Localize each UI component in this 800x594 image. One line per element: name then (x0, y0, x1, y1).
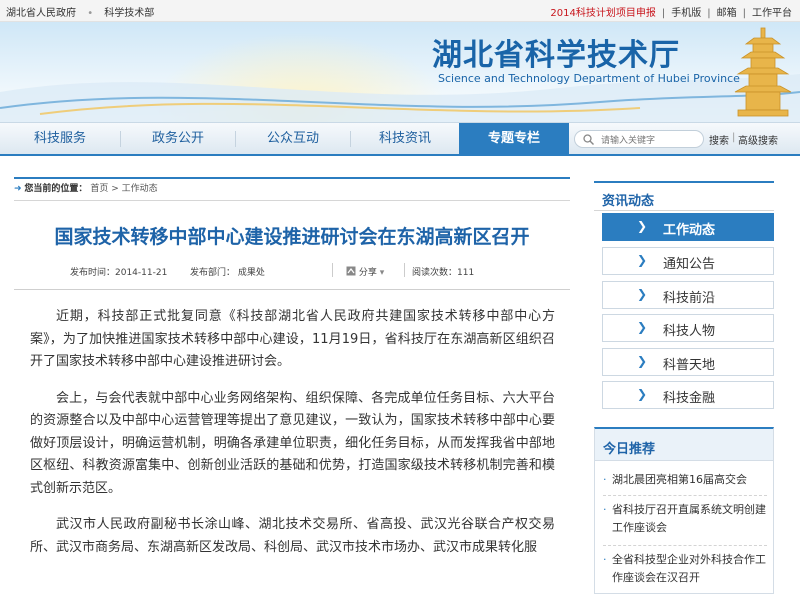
chevron-down-icon: ▾ (379, 268, 385, 278)
nav-tab-government-affairs[interactable]: 政务公开 (121, 123, 235, 155)
separator: | (661, 8, 666, 19)
search-icon (583, 134, 594, 145)
breadcrumb-home[interactable]: 首页 (90, 184, 108, 194)
sidebar-header: 资讯动态 (594, 181, 774, 211)
search-button[interactable]: 搜索 (709, 132, 729, 147)
recommended-item[interactable]: · 全省科技型企业对外科技合作工作座谈会在汉召开 (603, 551, 767, 587)
share-label: 分享 (358, 268, 377, 278)
publish-time: 发布时间：2014-11-21 (70, 268, 168, 278)
recommended-panel: 今日推荐 · 湖北晨团亮相第16届高交会 · 省科技厅召开直属系统文明创建工作座… (594, 427, 774, 594)
bullet-icon: · (603, 473, 607, 486)
nav-tab-tech-services[interactable]: 科技服务 (0, 123, 120, 155)
separator: | (742, 8, 746, 19)
chevron-right-icon: ❯ (637, 387, 648, 401)
meta-divider (332, 263, 333, 277)
article-paragraph: 近期，科技部正式批复同意《科技部湖北省人民政府共建国家技术转移中部中心方案》，为… (30, 309, 555, 369)
bullet-icon: · (603, 503, 607, 516)
sidebar-item-tech-finance[interactable]: ❯ 科技金融 (602, 381, 774, 409)
top-utility-bar: 湖北省人民政府 • 科学技术部 2014科技计划项目申报 | 手机版 | 邮箱 | 工作平台 (0, 0, 800, 22)
visit-count: 阅读次数：111 (412, 268, 475, 278)
chevron-right-icon: ❯ (637, 354, 648, 368)
recommended-header: 今日推荐 (595, 429, 773, 461)
link-project-application[interactable]: 2014科技计划项目申报 (550, 8, 655, 19)
article-paragraph: 会上，与会代表就中部中心业务网络架构、组织保障、各完成单位任务目标、六大平台的资… (30, 390, 555, 496)
sidebar-item-tech-frontier[interactable]: ❯ 科技前沿 (602, 281, 774, 309)
breadcrumb-arrow-icon: ➜ (14, 184, 22, 194)
bullet-icon: · (603, 553, 607, 566)
breadcrumb-separator: > (111, 184, 119, 194)
article-paragraph: 武汉市人民政府副秘书长涂山峰、湖北技术交易所、省高投、武汉光谷联合产权交易所、武… (30, 517, 555, 555)
sidebar-item-label: 科普天地 (663, 358, 716, 373)
link-ministry-of-science[interactable]: 科学技术部 (104, 8, 154, 19)
content-top-rule (14, 177, 570, 179)
article-divider (14, 289, 570, 290)
link-work-platform[interactable]: 工作平台 (752, 8, 792, 19)
link-mailbox[interactable]: 邮箱 (717, 8, 737, 19)
sidebar-item-label: 科技人物 (663, 324, 716, 339)
dashed-divider (603, 545, 767, 546)
share-button[interactable]: 分享 ▾ (346, 265, 384, 278)
chevron-right-icon: ❯ (637, 287, 648, 301)
breadcrumb: ➜ 您当前的位置： 首页 > 工作动态 (14, 181, 570, 201)
chevron-right-icon: ❯ (637, 253, 648, 267)
sidebar-item-label: 科技前沿 (663, 291, 716, 306)
sidebar-item-label: 科技金融 (663, 391, 716, 406)
article-title: 国家技术转移中部中心建设推进研讨会在东湖高新区召开 (54, 226, 530, 248)
link-mobile-version[interactable]: 手机版 (671, 8, 701, 19)
sidebar-item-tech-people[interactable]: ❯ 科技人物 (602, 314, 774, 342)
sidebar-item-work-news[interactable]: ❯ 工作动态 (602, 213, 774, 241)
recommended-item-text: 湖北晨团亮相第16届高交会 (612, 473, 747, 486)
breadcrumb-current[interactable]: 工作动态 (122, 184, 158, 194)
recommended-title: 今日推荐 (603, 442, 656, 457)
sidebar-item-popular-science[interactable]: ❯ 科普天地 (602, 348, 774, 376)
meta-divider (404, 263, 405, 277)
article-meta: 发布时间：2014-11-21 发布部门： 成果处 分享 ▾ 阅读次数：111 (14, 263, 570, 283)
publish-department: 发布部门： 成果处 (190, 268, 265, 278)
nav-tab-special-topics[interactable]: 专题专栏 (459, 123, 569, 155)
sidebar-item-label: 通知公告 (663, 257, 716, 272)
recommended-item[interactable]: · 省科技厅召开直属系统文明创建工作座谈会 (603, 501, 767, 537)
sidebar-title: 资讯动态 (602, 194, 655, 209)
dashed-divider (603, 495, 767, 496)
site-subtitle: Science and Technology Department of Hub… (438, 72, 740, 85)
advanced-search-button[interactable]: 高级搜索 (738, 132, 778, 147)
nav-tab-public-interaction[interactable]: 公众互动 (236, 123, 350, 155)
yellow-crane-tower-icon (734, 27, 792, 117)
main-navigation: 科技服务 政务公开 公众互动 科技资讯 专题专栏 请输入关键字 搜索 | 高级搜… (0, 122, 800, 156)
search-input[interactable]: 请输入关键字 (601, 133, 655, 146)
separator: | (707, 8, 711, 19)
bullet-separator: • (87, 8, 94, 19)
recommended-item-text: 省科技厅召开直属系统文明创建工作座谈会 (612, 503, 766, 534)
link-hubei-government[interactable]: 湖北省人民政府 (6, 8, 76, 19)
breadcrumb-label: 您当前的位置： (24, 184, 88, 194)
article-body: 近期，科技部正式批复同意《科技部湖北省人民政府共建国家技术转移中部中心方案》，为… (30, 306, 555, 573)
share-icon (346, 266, 356, 276)
site-banner: 湖北省科学技术厅 Science and Technology Departme… (0, 22, 800, 122)
search-box[interactable]: 请输入关键字 (574, 130, 704, 148)
chevron-right-icon: ❯ (637, 219, 648, 233)
separator: | (732, 132, 736, 143)
sidebar-item-label: 工作动态 (663, 223, 716, 238)
chevron-right-icon: ❯ (637, 320, 648, 334)
sidebar-item-notices[interactable]: ❯ 通知公告 (602, 247, 774, 275)
site-title: 湖北省科学技术厅 (432, 38, 680, 73)
recommended-item[interactable]: · 湖北晨团亮相第16届高交会 (603, 471, 767, 489)
recommended-item-text: 全省科技型企业对外科技合作工作座谈会在汉召开 (612, 553, 766, 584)
nav-tab-tech-news[interactable]: 科技资讯 (351, 123, 459, 155)
